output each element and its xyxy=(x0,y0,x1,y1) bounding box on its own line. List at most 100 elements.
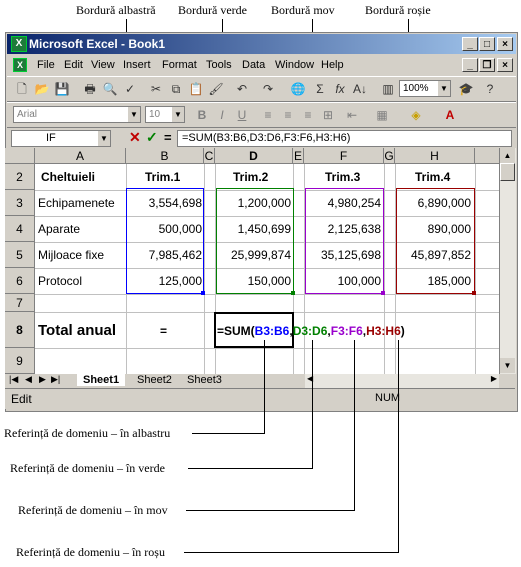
scroll-thumb[interactable] xyxy=(500,163,515,181)
header-trim1[interactable]: Trim.1 xyxy=(145,170,180,184)
prev-sheet-icon[interactable]: ◀ xyxy=(25,374,32,385)
row-header-6[interactable]: 6 xyxy=(5,268,35,294)
tab-sheet1[interactable]: Sheet1 xyxy=(77,374,126,386)
menu-help[interactable]: Help xyxy=(321,59,344,71)
office-assistant-icon[interactable]: 🎓 xyxy=(457,80,475,98)
horizontal-scrollbar[interactable]: ◀ ▶ xyxy=(305,374,499,388)
menu-window[interactable]: Window xyxy=(275,59,314,71)
row-header-9[interactable]: 9 xyxy=(5,348,35,374)
merge-center-icon[interactable]: ⊞ xyxy=(319,106,337,124)
cancel-icon[interactable]: ✕ xyxy=(129,129,141,146)
red-range-handle[interactable] xyxy=(472,291,476,295)
font-size-select[interactable]: 10 ▼ xyxy=(145,106,185,123)
align-left-icon[interactable]: ≡ xyxy=(259,106,277,124)
row-header-4[interactable]: 4 xyxy=(5,216,35,242)
help-icon[interactable]: ? xyxy=(481,80,499,98)
fill-color-icon[interactable]: ◈ xyxy=(407,106,425,124)
redo-icon[interactable]: ↷ xyxy=(259,80,277,98)
total-label[interactable]: Total anual xyxy=(38,322,116,339)
formula-in-cell[interactable]: =SUM(B3:B6,D3:D6,F3:F6,H3:H6) xyxy=(217,324,405,338)
italic-button[interactable]: I xyxy=(213,106,231,124)
tab-sheet2[interactable]: Sheet2 xyxy=(133,374,176,386)
font-color-icon[interactable]: A xyxy=(441,106,459,124)
column-header-d[interactable]: D xyxy=(215,148,293,164)
header-cheltuieli[interactable]: Cheltuieli xyxy=(41,170,95,184)
close-button[interactable]: × xyxy=(497,37,513,51)
cut-icon[interactable]: ✂ xyxy=(147,80,165,98)
sort-ascending-icon[interactable]: A↓ xyxy=(351,80,369,98)
undo-icon[interactable]: ↶ xyxy=(233,80,251,98)
row-header-5[interactable]: 5 xyxy=(5,242,35,268)
purple-range-handle[interactable] xyxy=(381,291,385,295)
row-header-2[interactable]: 2 xyxy=(5,164,35,190)
font-name-select[interactable]: Arial ▼ xyxy=(13,106,141,123)
enter-icon[interactable]: ✓ xyxy=(146,129,158,146)
menu-format[interactable]: Format xyxy=(162,59,197,71)
column-header-g[interactable]: G xyxy=(384,148,395,164)
print-icon[interactable]: 🖶 xyxy=(81,80,99,98)
new-icon[interactable]: 🗋 xyxy=(13,80,31,98)
menu-insert[interactable]: Insert xyxy=(123,59,151,71)
decrease-indent-icon[interactable]: ⇤ xyxy=(343,106,361,124)
formula-input[interactable]: =SUM(B3:B6,D3:D6,F3:F6,H3:H6) xyxy=(177,130,512,147)
menu-file[interactable]: File xyxy=(37,59,55,71)
zoom-select[interactable]: 100% ▼ xyxy=(399,80,451,97)
open-icon[interactable]: 📂 xyxy=(33,80,51,98)
edit-formula-button[interactable]: = xyxy=(164,130,172,145)
doc-restore-button[interactable]: ❐ xyxy=(479,58,495,72)
column-header-a[interactable]: A xyxy=(35,148,126,164)
blue-range-handle[interactable] xyxy=(201,291,205,295)
minimize-button[interactable]: _ xyxy=(462,37,478,51)
menu-tools[interactable]: Tools xyxy=(206,59,232,71)
menu-edit[interactable]: Edit xyxy=(64,59,83,71)
tab-sheet3[interactable]: Sheet3 xyxy=(183,374,226,386)
scroll-up-icon[interactable]: ▲ xyxy=(500,148,515,163)
borders-icon[interactable]: ▦ xyxy=(373,106,391,124)
bold-button[interactable]: B xyxy=(193,106,211,124)
hyperlink-icon[interactable]: 🌐 xyxy=(289,80,307,98)
spelling-icon[interactable]: ✓ xyxy=(121,80,139,98)
label-row-6[interactable]: Protocol xyxy=(38,274,82,288)
menu-view[interactable]: View xyxy=(91,59,115,71)
scroll-right-icon[interactable]: ▶ xyxy=(491,374,497,383)
workbook-icon[interactable]: X xyxy=(13,58,27,72)
column-header-h[interactable]: H xyxy=(395,148,475,164)
label-row-4[interactable]: Aparate xyxy=(38,222,80,236)
chart-wizard-icon[interactable]: ▥ xyxy=(379,80,397,98)
name-box[interactable]: IF ▼ xyxy=(11,130,111,147)
function-icon[interactable]: fx xyxy=(331,80,349,98)
menu-data[interactable]: Data xyxy=(242,59,265,71)
column-header-f[interactable]: F xyxy=(304,148,384,164)
header-trim3[interactable]: Trim.3 xyxy=(325,170,360,184)
save-icon[interactable]: 💾 xyxy=(53,80,71,98)
label-row-3[interactable]: Echipamenete xyxy=(38,196,115,210)
align-right-icon[interactable]: ≡ xyxy=(299,106,317,124)
underline-button[interactable]: U xyxy=(233,106,251,124)
next-sheet-icon[interactable]: ▶ xyxy=(39,374,46,385)
print-preview-icon[interactable]: 🔍 xyxy=(101,80,119,98)
column-header-c[interactable]: C xyxy=(204,148,215,164)
row-header-8[interactable]: 8 xyxy=(5,312,35,348)
paste-icon[interactable]: 📋 xyxy=(187,80,205,98)
format-painter-icon[interactable]: 🖌 xyxy=(207,80,225,98)
header-trim4[interactable]: Trim.4 xyxy=(415,170,450,184)
row-header-7[interactable]: 7 xyxy=(5,294,35,312)
last-sheet-icon[interactable]: ▶| xyxy=(51,374,60,385)
autosum-icon[interactable]: Σ xyxy=(311,80,329,98)
scroll-down-icon[interactable]: ▼ xyxy=(500,358,515,373)
label-row-5[interactable]: Mijloace fixe xyxy=(38,248,104,262)
row-header-3[interactable]: 3 xyxy=(5,190,35,216)
doc-minimize-button[interactable]: _ xyxy=(462,58,478,72)
select-all-corner[interactable] xyxy=(5,148,35,164)
align-center-icon[interactable]: ≡ xyxy=(279,106,297,124)
green-range-handle[interactable] xyxy=(291,291,295,295)
vertical-scrollbar[interactable]: ▲ ▼ xyxy=(499,148,516,374)
doc-close-button[interactable]: × xyxy=(497,58,513,72)
column-header-e[interactable]: E xyxy=(293,148,304,164)
header-trim2[interactable]: Trim.2 xyxy=(233,170,268,184)
maximize-button[interactable]: □ xyxy=(479,37,495,51)
copy-icon[interactable]: ⧉ xyxy=(167,80,185,98)
total-equals[interactable]: = xyxy=(160,324,167,338)
first-sheet-icon[interactable]: |◀ xyxy=(9,374,18,385)
column-header-b[interactable]: B xyxy=(126,148,204,164)
